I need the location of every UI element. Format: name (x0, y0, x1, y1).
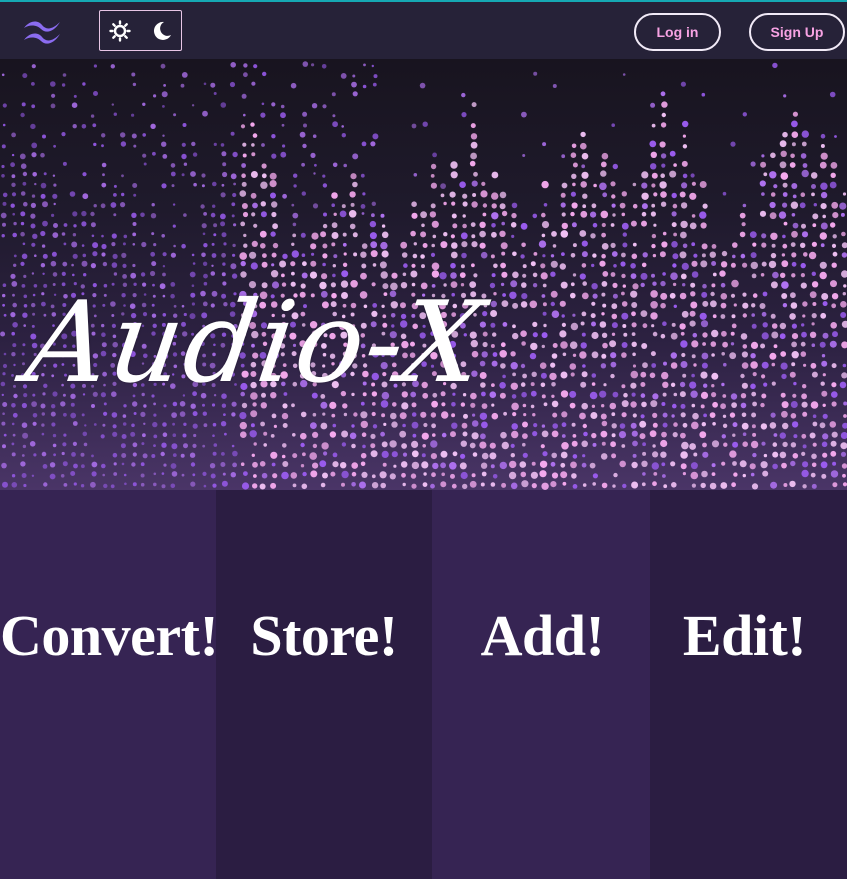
page: Log in Sign Up Audio-X Convert! Store! A… (0, 0, 847, 879)
feature-label: Store! (250, 603, 398, 668)
theme-toggle (99, 10, 182, 51)
features-section: Convert! Store! Add! Edit! (0, 490, 847, 879)
equalizer-dots-background (0, 61, 847, 490)
feature-add[interactable]: Add! (432, 490, 653, 879)
feature-edit[interactable]: Edit! (650, 490, 847, 879)
feature-store[interactable]: Store! (216, 490, 432, 879)
feature-convert[interactable]: Convert! (0, 490, 219, 879)
hero-banner: Audio-X (0, 59, 847, 490)
login-button[interactable]: Log in (634, 13, 721, 51)
wind-wave-logo-icon[interactable] (20, 16, 64, 46)
feature-label: Edit! (682, 603, 807, 668)
navbar: Log in Sign Up (0, 0, 847, 59)
signup-button[interactable]: Sign Up (749, 13, 845, 51)
moon-icon[interactable] (151, 20, 173, 42)
hero-title: Audio-X (18, 278, 493, 408)
feature-label: Add! (480, 603, 605, 668)
feature-label: Convert! (0, 603, 219, 668)
sun-icon[interactable] (109, 20, 131, 42)
